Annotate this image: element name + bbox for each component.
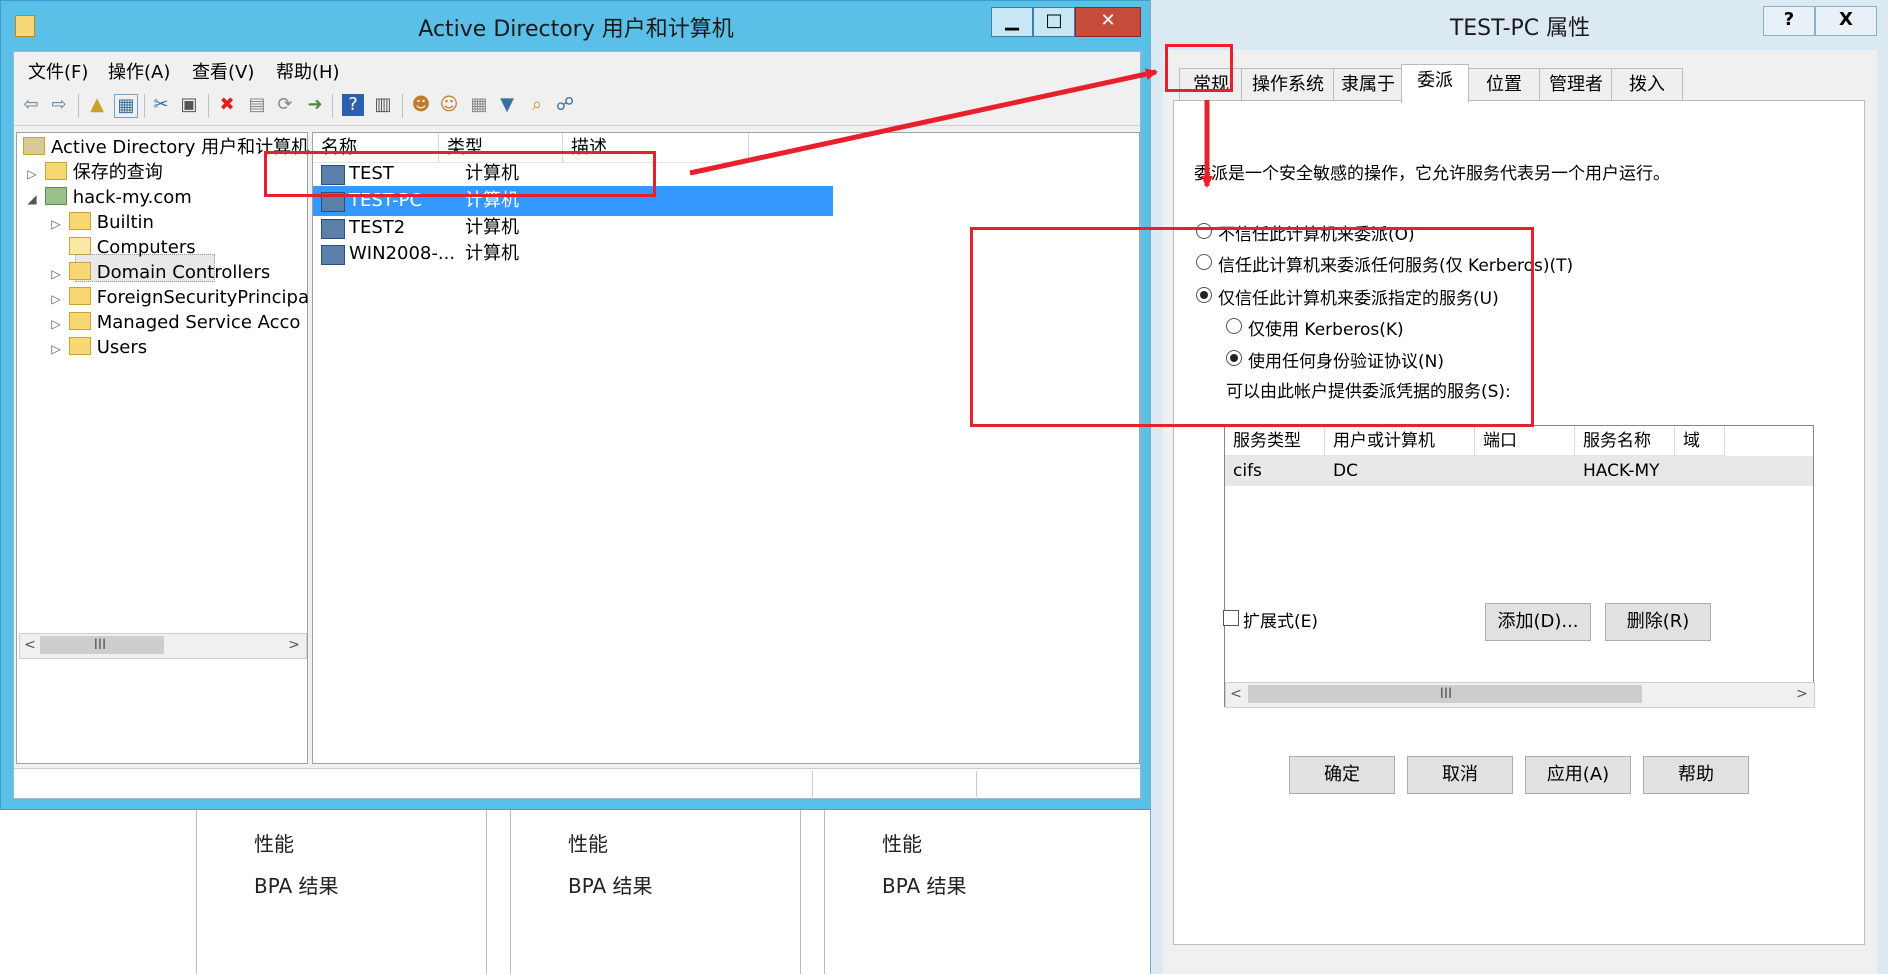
tab-delegation[interactable]: 委派 — [1401, 64, 1469, 103]
annotation-arrows — [689, 68, 1213, 188]
arrow-to-delegation-tab — [689, 68, 1158, 176]
